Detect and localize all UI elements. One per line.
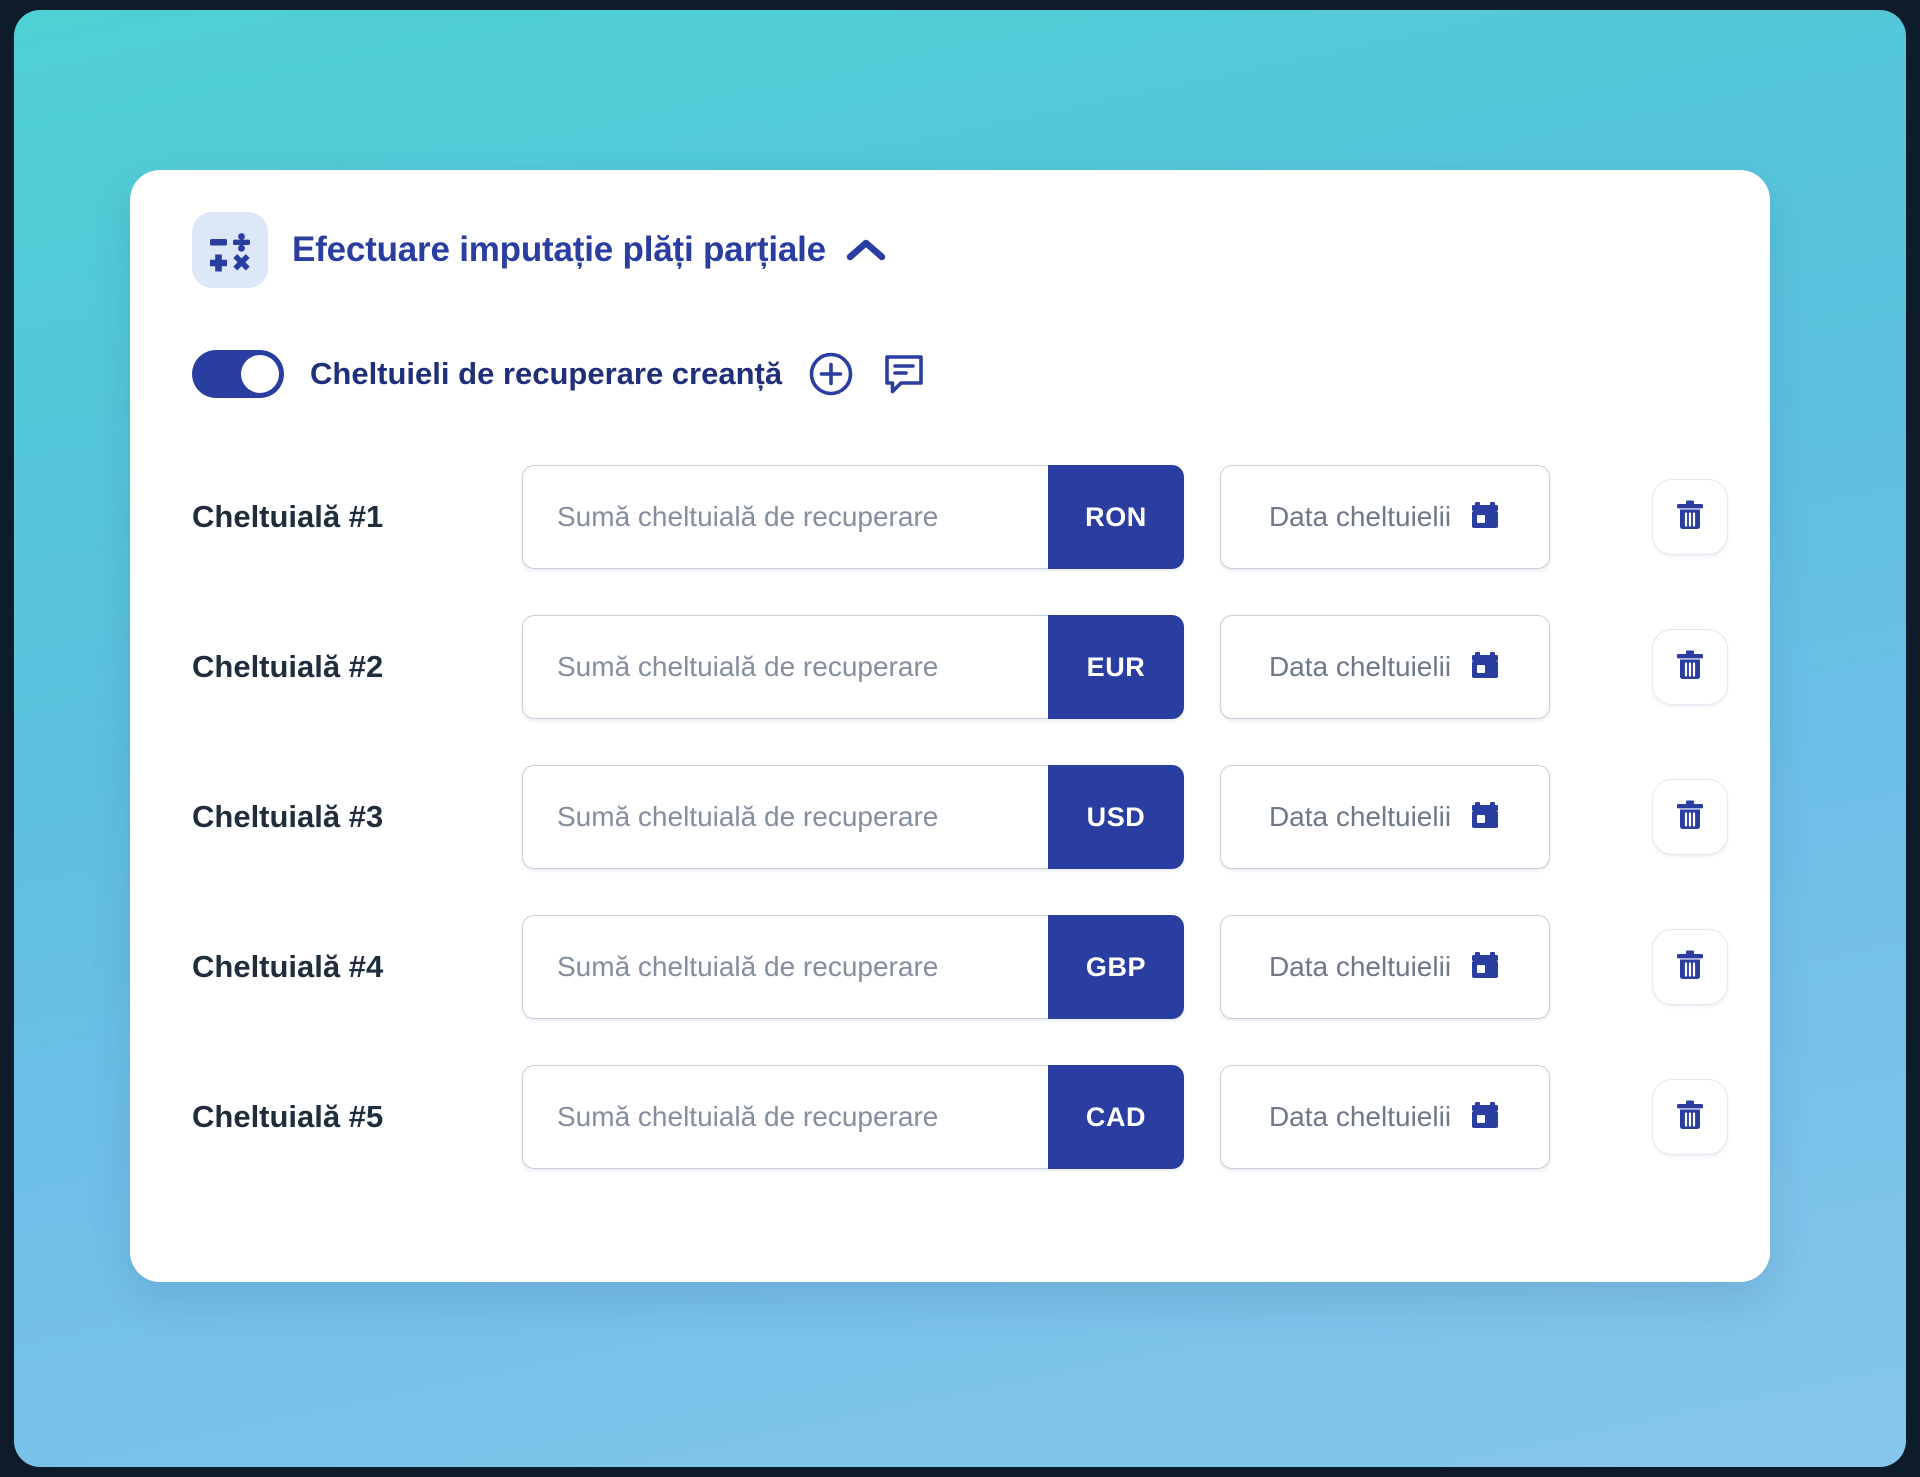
- trash-icon: [1673, 948, 1707, 987]
- trash-icon: [1673, 498, 1707, 537]
- date-field[interactable]: Data cheltuielii: [1220, 465, 1550, 569]
- delete-row-button[interactable]: [1652, 779, 1728, 855]
- date-field[interactable]: Data cheltuielii: [1220, 615, 1550, 719]
- table-row: Cheltuială #2 EUR Data cheltuielii: [130, 592, 1770, 742]
- calendar-icon: [1469, 649, 1501, 686]
- section-toggle-row: Cheltuieli de recuperare creanță: [130, 288, 1770, 398]
- date-placeholder: Data cheltuielii: [1268, 951, 1452, 982]
- date-field[interactable]: Data cheltuielii: [1220, 915, 1550, 1019]
- recovery-expenses-label: Cheltuieli de recuperare creanță: [310, 356, 783, 391]
- row-label: Cheltuială #3: [192, 799, 384, 834]
- page-title: Efectuare imputație plăți parțiale: [292, 230, 826, 269]
- trash-icon: [1673, 1098, 1707, 1137]
- currency-badge[interactable]: USD: [1048, 765, 1184, 869]
- calendar-icon: [1469, 499, 1501, 536]
- calendar-icon: [1469, 949, 1501, 986]
- row-label: Cheltuială #1: [192, 499, 384, 534]
- delete-row-button[interactable]: [1652, 929, 1728, 1005]
- date-placeholder: Data cheltuielii: [1268, 1101, 1452, 1132]
- plus-circle-icon[interactable]: [808, 351, 854, 397]
- amount-group: GBP: [522, 915, 1184, 1019]
- comment-icon[interactable]: [880, 350, 928, 398]
- amount-group: EUR: [522, 615, 1184, 719]
- table-row: Cheltuială #4 GBP Data cheltuielii: [130, 892, 1770, 1042]
- chevron-up-icon[interactable]: [846, 238, 886, 267]
- amount-input[interactable]: [522, 915, 1048, 1019]
- card-header: Efectuare imputație plăți parțiale: [130, 170, 1770, 288]
- currency-badge[interactable]: CAD: [1048, 1065, 1184, 1169]
- date-field[interactable]: Data cheltuielii: [1220, 1065, 1550, 1169]
- expense-rows: Cheltuială #1 RON Data cheltuielii: [130, 398, 1770, 1192]
- amount-input[interactable]: [522, 1065, 1048, 1169]
- trash-icon: [1673, 798, 1707, 837]
- currency-badge[interactable]: RON: [1048, 465, 1184, 569]
- card-title-group[interactable]: Efectuare imputație plăți parțiale: [292, 230, 886, 270]
- table-row: Cheltuială #5 CAD Data cheltuielii: [130, 1042, 1770, 1192]
- row-label: Cheltuială #4: [192, 949, 384, 984]
- calendar-icon: [1469, 1099, 1501, 1136]
- row-label: Cheltuială #2: [192, 649, 384, 684]
- amount-group: CAD: [522, 1065, 1184, 1169]
- amount-input[interactable]: [522, 765, 1048, 869]
- table-row: Cheltuială #3 USD Data cheltuielii: [130, 742, 1770, 892]
- date-placeholder: Data cheltuielii: [1268, 501, 1452, 532]
- delete-row-button[interactable]: [1652, 629, 1728, 705]
- date-field[interactable]: Data cheltuielii: [1220, 765, 1550, 869]
- delete-row-button[interactable]: [1652, 479, 1728, 555]
- app-background: Efectuare imputație plăți parțiale Chelt…: [14, 10, 1906, 1467]
- trash-icon: [1673, 648, 1707, 687]
- date-placeholder: Data cheltuielii: [1268, 801, 1452, 832]
- date-placeholder: Data cheltuielii: [1268, 651, 1452, 682]
- calculator-operations-icon: [192, 212, 268, 288]
- expense-imputation-card: Efectuare imputație plăți parțiale Chelt…: [130, 170, 1770, 1282]
- toggle-knob: [241, 355, 279, 393]
- recovery-expenses-toggle[interactable]: [192, 350, 284, 398]
- amount-group: RON: [522, 465, 1184, 569]
- amount-input[interactable]: [522, 615, 1048, 719]
- amount-input[interactable]: [522, 465, 1048, 569]
- delete-row-button[interactable]: [1652, 1079, 1728, 1155]
- currency-badge[interactable]: EUR: [1048, 615, 1184, 719]
- calendar-icon: [1469, 799, 1501, 836]
- row-label: Cheltuială #5: [192, 1099, 384, 1134]
- currency-badge[interactable]: GBP: [1048, 915, 1184, 1019]
- amount-group: USD: [522, 765, 1184, 869]
- table-row: Cheltuială #1 RON Data cheltuielii: [130, 442, 1770, 592]
